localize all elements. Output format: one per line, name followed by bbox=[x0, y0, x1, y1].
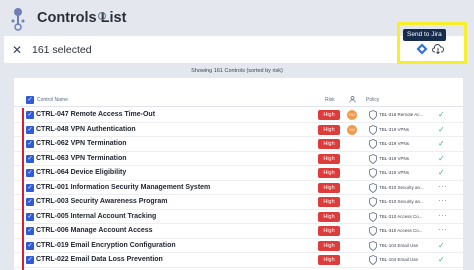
row-checkbox[interactable]: ✓ bbox=[26, 154, 34, 163]
risk-badge: High bbox=[318, 240, 340, 251]
table-row[interactable]: ✓ CTRL-003 Security Awareness Program High… bbox=[14, 195, 463, 210]
table-row[interactable]: ✓ CTRL-048 VPN Authentication High HU TBL-31… bbox=[14, 123, 463, 137]
column-header-risk[interactable]: Risk bbox=[325, 97, 335, 103]
check-icon: ✓ bbox=[438, 240, 445, 250]
control-name[interactable]: CTRL-062 VPN Termination bbox=[36, 140, 127, 147]
policy-link[interactable]: TBL-319 VPNs bbox=[379, 127, 409, 132]
row-checkbox[interactable]: ✓ bbox=[26, 198, 34, 206]
policy-link[interactable]: TBL-310 Access Co... bbox=[379, 214, 423, 219]
select-all-checkbox[interactable]: ✓ bbox=[26, 96, 34, 104]
risk-badge: High bbox=[318, 255, 340, 265]
policy-link[interactable]: TBL-010 Security an... bbox=[379, 199, 424, 204]
owner-column-icon bbox=[349, 96, 356, 103]
shield-icon bbox=[369, 110, 377, 120]
control-name[interactable]: CTRL-063 VPN Termination bbox=[36, 155, 127, 162]
app-logo-icon bbox=[11, 8, 25, 31]
table-header-row bbox=[14, 93, 463, 107]
control-name[interactable]: CTRL-048 VPN Authentication bbox=[36, 126, 136, 133]
shield-icon bbox=[369, 139, 377, 149]
shield-icon bbox=[369, 124, 377, 135]
control-name[interactable]: CTRL-047 Remote Access Time-Out bbox=[36, 111, 155, 118]
table-row[interactable]: ✓ CTRL-019 Email Encryption Configuration… bbox=[14, 239, 463, 253]
control-name[interactable]: CTRL-005 Internal Account Tracking bbox=[36, 213, 156, 220]
row-checkbox[interactable]: ✓ bbox=[26, 111, 34, 119]
check-icon: ✓ bbox=[438, 110, 445, 119]
row-checkbox[interactable]: ✓ bbox=[26, 140, 34, 148]
policy-link[interactable]: TBL-104 Email Use bbox=[379, 257, 418, 262]
control-name[interactable]: CTRL-019 Email Encryption Configuration bbox=[36, 242, 176, 249]
row-checkbox[interactable]: ✓ bbox=[26, 183, 34, 192]
policy-link[interactable]: TBL-319 VPNs bbox=[379, 156, 409, 161]
row-checkbox[interactable]: ✓ bbox=[26, 169, 34, 177]
shield-icon bbox=[369, 153, 377, 164]
table-row[interactable]: ✓ CTRL-064 Device Eligibility High TBL-319 … bbox=[14, 166, 463, 181]
table-row[interactable]: ✓ CTRL-001 Information Security Managemen… bbox=[14, 181, 463, 195]
policy-link[interactable]: TBL-316 Remote Ac... bbox=[379, 112, 423, 117]
policy-link[interactable]: TBL-104 Email Use bbox=[379, 243, 418, 248]
control-name[interactable]: CTRL-001 Information Security Management… bbox=[36, 184, 210, 191]
table-summary: Showing 161 Controls (sorted by risk) bbox=[191, 68, 283, 74]
risk-badge: High bbox=[318, 168, 340, 178]
policy-link[interactable]: TBL-319 VPNs bbox=[379, 170, 409, 175]
column-header-name[interactable]: Control Name bbox=[37, 97, 68, 103]
control-name[interactable]: CTRL-003 Security Awareness Program bbox=[36, 198, 168, 205]
check-icon: ✓ bbox=[438, 153, 445, 163]
control-name[interactable]: CTRL-006 Manage Account Access bbox=[36, 227, 153, 234]
table-row[interactable]: ✓ CTRL-022 Email Data Loss Prevention High… bbox=[14, 253, 463, 268]
more-options-icon[interactable]: ··· bbox=[438, 225, 448, 234]
owner-avatar[interactable]: HU bbox=[347, 124, 357, 135]
table-row[interactable]: ✓ CTRL-005 Internal Account Tracking High T… bbox=[14, 210, 463, 224]
send-to-jira-icon[interactable] bbox=[416, 43, 428, 55]
more-options-icon[interactable]: ··· bbox=[438, 196, 448, 205]
check-icon: ✓ bbox=[438, 124, 445, 134]
info-icon[interactable]: i bbox=[98, 12, 106, 20]
control-name[interactable]: CTRL-064 Device Eligibility bbox=[36, 169, 126, 176]
risk-badge: High bbox=[318, 197, 340, 207]
row-checkbox[interactable]: ✓ bbox=[26, 125, 34, 134]
policy-link[interactable]: TBL-310 Access Co... bbox=[379, 228, 423, 233]
risk-badge: High bbox=[318, 182, 340, 193]
table-row[interactable]: ✓ CTRL-006 Manage Account Access High TBL-3… bbox=[14, 224, 463, 239]
row-checkbox[interactable]: ✓ bbox=[26, 212, 34, 221]
shield-icon bbox=[369, 255, 377, 265]
send-to-jira-tooltip: Send to Jira bbox=[403, 29, 446, 41]
owner-avatar[interactable]: HU bbox=[347, 110, 357, 120]
row-checkbox[interactable]: ✓ bbox=[26, 241, 34, 250]
shield-icon bbox=[369, 240, 377, 251]
risk-badge: High bbox=[318, 226, 340, 236]
controls-page: Controls List i ✕ 161 selected Send to J… bbox=[0, 0, 474, 270]
policy-link[interactable]: TBL-319 VPNs bbox=[379, 141, 409, 146]
close-icon[interactable]: ✕ bbox=[12, 43, 22, 57]
shield-icon bbox=[369, 182, 377, 193]
selected-count: 161 selected bbox=[32, 44, 92, 56]
table-row[interactable]: ✓ CTRL-063 VPN Termination High TBL-319 VPN… bbox=[14, 152, 463, 166]
table-row[interactable]: ✓ CTRL-062 VPN Termination High TBL-319 VPN… bbox=[14, 137, 463, 152]
check-icon: ✓ bbox=[438, 139, 445, 148]
shield-icon bbox=[369, 197, 377, 207]
shield-icon bbox=[369, 211, 377, 222]
table-row[interactable]: ✓ CTRL-047 Remote Access Time-Out High HU TB… bbox=[14, 108, 463, 123]
control-name[interactable]: CTRL-022 Email Data Loss Prevention bbox=[36, 256, 163, 263]
column-header-policy[interactable]: Policy bbox=[366, 97, 379, 103]
page-title: Controls List bbox=[37, 10, 127, 26]
cloud-download-icon[interactable] bbox=[432, 43, 444, 55]
risk-badge: High bbox=[318, 139, 340, 149]
policy-link[interactable]: TBL-010 Security an... bbox=[379, 185, 424, 190]
check-icon: ✓ bbox=[438, 255, 445, 264]
more-options-icon[interactable]: ··· bbox=[438, 182, 448, 191]
more-options-icon[interactable]: ··· bbox=[438, 211, 448, 220]
risk-indicator-bar bbox=[22, 108, 24, 270]
row-checkbox[interactable]: ✓ bbox=[26, 256, 34, 264]
risk-badge: High bbox=[318, 153, 340, 164]
risk-badge: High bbox=[318, 124, 340, 135]
shield-icon bbox=[369, 168, 377, 178]
check-icon: ✓ bbox=[438, 168, 445, 177]
row-checkbox[interactable]: ✓ bbox=[26, 227, 34, 235]
risk-badge: High bbox=[318, 110, 340, 120]
shield-icon bbox=[369, 226, 377, 236]
risk-badge: High bbox=[318, 211, 340, 222]
